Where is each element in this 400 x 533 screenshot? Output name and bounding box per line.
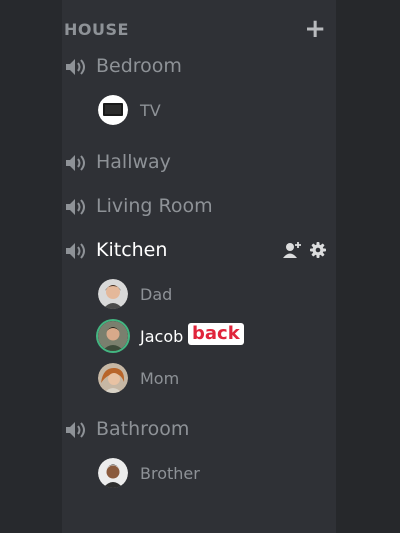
- member-brother[interactable]: Brother: [98, 458, 328, 492]
- member-tv[interactable]: TV: [98, 95, 328, 129]
- gear-icon[interactable]: [310, 242, 326, 258]
- avatar: [98, 279, 128, 309]
- voice-channel-bathroom[interactable]: Bathroom: [64, 415, 326, 445]
- speaker-icon: [66, 59, 85, 75]
- member-name: Jacob: [140, 327, 184, 346]
- voice-channel-bedroom[interactable]: Bedroom: [64, 52, 326, 82]
- speaker-icon: [66, 199, 85, 215]
- channel-actions: [282, 240, 326, 262]
- avatar: [98, 363, 128, 393]
- voice-channel-living-room[interactable]: Living Room: [64, 192, 326, 222]
- speaker-icon: [66, 422, 85, 438]
- member-name: Dad: [140, 285, 173, 304]
- category-label: HOUSE: [64, 20, 129, 39]
- back-tag: back: [188, 323, 244, 345]
- member-dad[interactable]: Dad: [98, 279, 328, 313]
- voice-channel-kitchen[interactable]: Kitchen: [64, 236, 326, 266]
- right-background: [336, 0, 400, 533]
- add-person-icon[interactable]: [282, 241, 302, 259]
- channel-label: Bathroom: [96, 418, 190, 440]
- avatar: [98, 95, 128, 125]
- plus-icon[interactable]: +: [304, 16, 326, 42]
- channel-label: Kitchen: [96, 239, 168, 261]
- server-sidebar: [0, 0, 62, 533]
- channel-label: Living Room: [96, 195, 213, 217]
- member-name: Mom: [140, 369, 180, 388]
- speaker-icon: [66, 155, 85, 171]
- member-mom[interactable]: Mom: [98, 363, 328, 397]
- member-name: Brother: [140, 464, 200, 483]
- speaker-icon: [66, 243, 85, 259]
- member-name: TV: [140, 101, 161, 120]
- channel-label: Bedroom: [96, 55, 182, 77]
- category-header-house[interactable]: HOUSE +: [64, 16, 326, 42]
- voice-channel-hallway[interactable]: Hallway: [64, 148, 326, 178]
- member-jacob[interactable]: Jacob back: [98, 321, 328, 355]
- avatar: [98, 321, 128, 351]
- avatar: [98, 458, 128, 488]
- channel-label: Hallway: [96, 151, 171, 173]
